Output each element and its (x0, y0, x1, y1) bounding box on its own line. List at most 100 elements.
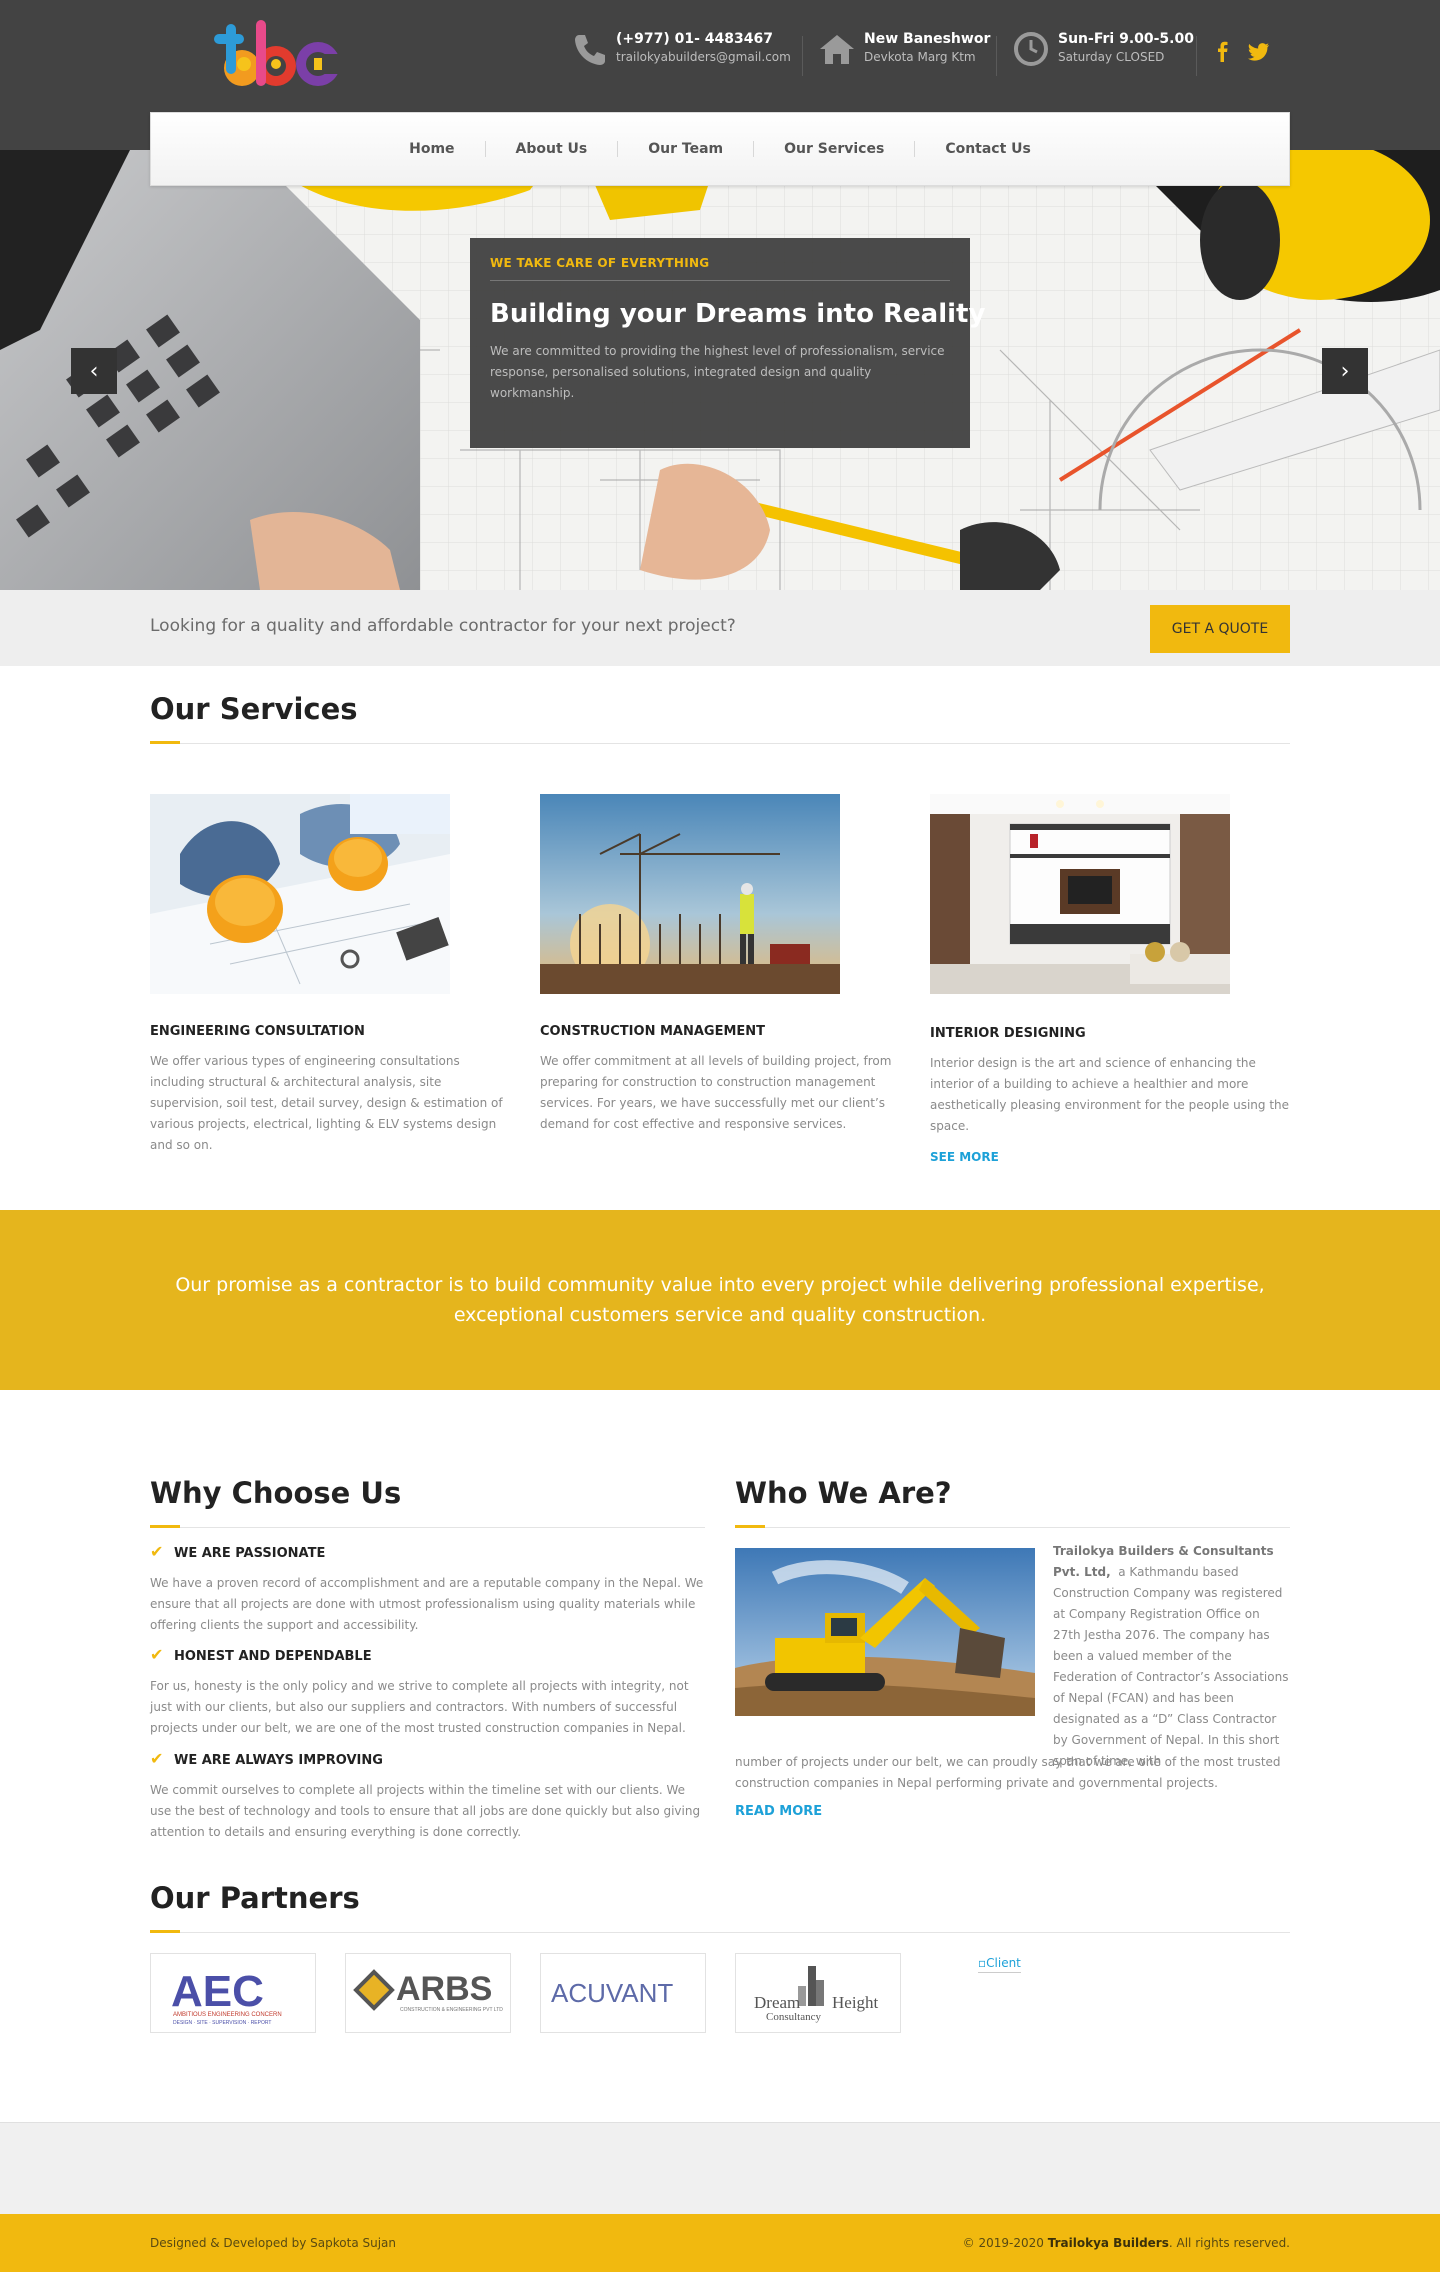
height-text: Height (832, 1993, 879, 2012)
divider (490, 280, 950, 281)
address-line-1: New Baneshwor (864, 31, 991, 47)
footer-bar: Designed & Developed by Sapkota Sujan © … (0, 2214, 1440, 2272)
nav-contact-us[interactable]: Contact Us (915, 141, 1061, 157)
partner-logo-aec[interactable]: AEC AMBITIOUS ENGINEERING CONCERN DESIGN… (150, 1953, 316, 2033)
home-icon (820, 35, 854, 64)
service-title: INTERIOR DESIGNING (930, 1026, 1086, 1041)
nav-about-us[interactable]: About Us (486, 141, 618, 157)
quote-bar: Looking for a quality and affordable con… (0, 590, 1440, 666)
read-more-link[interactable]: READ MORE (735, 1804, 822, 1819)
get-a-quote-button[interactable]: GET A QUOTE (1150, 605, 1290, 653)
chevron-right-icon: › (1340, 358, 1350, 384)
excavator-image (735, 1548, 1035, 1716)
arbs-logo: ARBS CONSTRUCTION & ENGINEERING PVT LTD (353, 1969, 503, 2013)
service-text: We offer various types of engineering co… (150, 1054, 503, 1152)
copyright-suffix: . All rights reserved. (1168, 2236, 1290, 2250)
who-intro: a Kathmandu based Construction Company w… (1053, 1565, 1289, 1768)
clock-icon (1014, 32, 1048, 66)
why-item-title: WE ARE PASSIONATE (174, 1546, 326, 1561)
hours-info: Sun-Fri 9.00-5.00 Saturday CLOSED (1012, 30, 1194, 80)
partner-logo-dream-height[interactable]: Dream Height Consultancy (735, 1953, 901, 2033)
check-icon: ✔ (150, 1645, 164, 1664)
partner-logo-arbs[interactable]: ARBS CONSTRUCTION & ENGINEERING PVT LTD (345, 1953, 511, 2033)
services-heading: Our Services (150, 692, 358, 726)
service-title: ENGINEERING CONSULTATION (150, 1024, 365, 1039)
broken-client-image[interactable]: ▫Client (978, 1956, 1021, 1973)
aec-logo: AEC AMBITIOUS ENGINEERING CONCERN DESIGN… (171, 1967, 282, 2026)
divider (802, 36, 803, 76)
chevron-left-icon: ‹ (89, 358, 99, 384)
service-title: CONSTRUCTION MANAGEMENT (540, 1024, 766, 1039)
aec-subtitle-2: DESIGN · SITE · SUPERVISION · REPORT (173, 2020, 271, 2026)
phone-info: (+977) 01- 4483467 trailokyabuilders@gma… (570, 30, 791, 80)
nav-home[interactable]: Home (379, 141, 484, 157)
why-item-title: WE ARE ALWAYS IMPROVING (174, 1753, 383, 1768)
nav-our-team[interactable]: Our Team (618, 141, 753, 157)
engineering-consultation-image (150, 794, 450, 994)
heading-accent (735, 1525, 765, 1528)
copyright: © 2019-2020 Trailokya Builders. All righ… (963, 2236, 1290, 2250)
slide-caption: WE TAKE CARE OF EVERYTHING Building your… (470, 238, 986, 448)
divider (996, 36, 997, 76)
why-item-text: We have a proven record of accomplishmen… (150, 1576, 704, 1632)
email-address[interactable]: trailokyabuilders@gmail.com (616, 48, 791, 66)
who-text-side: Trailokya Builders & Consultants Pvt. Lt… (1053, 1541, 1291, 1772)
who-heading: Who We Are? (735, 1476, 952, 1510)
copyright-brand[interactable]: Trailokya Builders (1048, 2236, 1169, 2250)
arbs-letters: ARBS (396, 1970, 492, 2008)
divider (150, 1932, 1290, 1933)
service-text: Interior design is the art and science o… (930, 1056, 1290, 1133)
slide-text: We are committed to providing the highes… (490, 344, 945, 400)
quote-text: Looking for a quality and affordable con… (150, 616, 736, 636)
promise-text: Our promise as a contractor is to build … (175, 1274, 1265, 1326)
see-more-link[interactable]: SEE MORE (930, 1150, 999, 1164)
client-alt-text: Client (986, 1956, 1021, 1970)
hours-line-1: Sun-Fri 9.00-5.00 (1058, 31, 1194, 47)
twitter-icon[interactable] (1248, 40, 1270, 62)
copyright-years: © 2019-2020 (962, 2236, 1044, 2250)
interior-designing-image (930, 794, 1230, 994)
heading-accent (150, 1525, 180, 1528)
aec-letters: AEC (171, 1967, 264, 2016)
divider (735, 1527, 1290, 1528)
divider (150, 743, 1290, 744)
heading-accent (150, 1930, 180, 1933)
construction-management-image (540, 794, 840, 994)
aec-subtitle: AMBITIOUS ENGINEERING CONCERN (173, 2012, 282, 2018)
promise-banner: Our promise as a contractor is to build … (0, 1210, 1440, 1390)
heading-accent (150, 741, 180, 744)
service-text: We offer commitment at all levels of bui… (540, 1054, 892, 1131)
phone-number[interactable]: (+977) 01- 4483467 (616, 30, 791, 48)
dream-height-logo: Dream Height Consultancy (754, 1966, 879, 2023)
acuvant-letters: ACUVANT (551, 1978, 673, 2008)
address-info: New Baneshwor Devkota Marg Ktm (818, 30, 990, 80)
tbc-logo[interactable] (214, 16, 344, 92)
why-heading: Why Choose Us (150, 1476, 402, 1510)
who-text-full: number of projects under our belt, we ca… (735, 1755, 1281, 1790)
hours-line-2: Saturday CLOSED (1058, 50, 1165, 64)
facebook-icon[interactable] (1212, 40, 1234, 62)
phone-icon (575, 35, 605, 65)
slider-next-button[interactable]: › (1322, 348, 1368, 394)
slide-title: Building your Dreams into Reality (490, 299, 986, 329)
why-item-text: We commit ourselves to complete all proj… (150, 1783, 701, 1839)
arbs-subtitle: CONSTRUCTION & ENGINEERING PVT LTD (400, 2007, 503, 2013)
why-item-title: HONEST AND DEPENDABLE (174, 1649, 372, 1664)
partner-logo-acuvant[interactable]: ACUVANT (540, 1953, 706, 2033)
slide-kicker: WE TAKE CARE OF EVERYTHING (490, 256, 710, 270)
nav-our-services[interactable]: Our Services (754, 141, 914, 157)
partners-heading: Our Partners (150, 1881, 360, 1915)
check-icon: ✔ (150, 1542, 164, 1561)
why-item-text: For us, honesty is the only policy and w… (150, 1679, 689, 1735)
address-line-2: Devkota Marg Ktm (864, 50, 976, 64)
main-nav: Home About Us Our Team Our Services Cont… (150, 112, 1290, 186)
check-icon: ✔ (150, 1749, 164, 1768)
acuvant-logo: ACUVANT (551, 1978, 673, 2008)
designer-credit[interactable]: Designed & Developed by Sapkota Sujan (150, 2236, 396, 2250)
slider-prev-button[interactable]: ‹ (71, 348, 117, 394)
dream-text: Dream (754, 1993, 800, 2012)
image-placeholder-icon: ▫ (978, 1956, 987, 1970)
divider (150, 1527, 705, 1528)
divider (1196, 36, 1197, 76)
footer-spacer (0, 2122, 1440, 2214)
